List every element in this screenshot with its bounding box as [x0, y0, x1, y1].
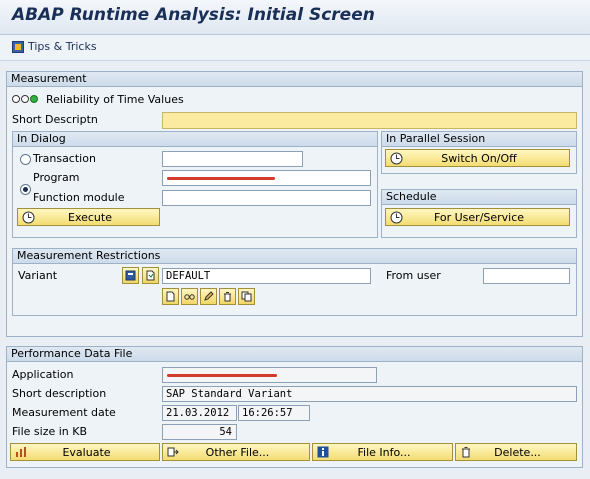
clock-icon [389, 151, 403, 165]
evaluate-button[interactable]: Evaluate [10, 443, 160, 461]
measurement-date-label: Measurement date [12, 406, 116, 419]
tips-icon [12, 40, 24, 53]
variant-label: Variant [18, 269, 58, 282]
file-info-label: File Info... [357, 445, 411, 459]
other-file-icon [166, 445, 180, 459]
delete-label: Delete... [494, 445, 541, 459]
other-file-button[interactable]: Other File... [162, 443, 310, 461]
tips-label: Tips & Tricks [28, 40, 97, 53]
create-icon[interactable] [162, 288, 179, 305]
copy-icon[interactable] [238, 288, 255, 305]
display-icon[interactable] [181, 288, 198, 305]
transaction-label: Transaction [33, 152, 96, 165]
file-info-button[interactable]: File Info... [312, 443, 453, 461]
switch-on-off-label: Switch On/Off [441, 151, 517, 165]
tips-tricks-button[interactable]: Tips & Tricks [12, 40, 97, 53]
page-title: ABAP Runtime Analysis: Initial Screen [12, 5, 375, 25]
execute-label: Execute [68, 210, 112, 224]
variant-select-icon[interactable] [122, 267, 139, 284]
clock-icon [389, 210, 403, 224]
from-user-input[interactable] [483, 268, 570, 284]
measurement-time-field: 16:26:57 [238, 405, 310, 421]
function-module-label: Function module [33, 191, 125, 204]
in-dialog-header: In Dialog [13, 132, 377, 147]
variant-input[interactable]: DEFAULT [162, 268, 371, 284]
for-user-service-label: For User/Service [433, 210, 525, 224]
file-size-field: 54 [162, 424, 237, 440]
program-label: Program [33, 171, 80, 184]
reliability-label: Reliability of Time Values [46, 93, 184, 106]
program-input[interactable] [162, 170, 371, 186]
schedule-header: Schedule [382, 190, 576, 205]
evaluate-label: Evaluate [62, 445, 111, 459]
delete-button[interactable]: Delete... [455, 443, 577, 461]
execute-button[interactable]: Execute [17, 208, 160, 226]
trash-icon[interactable] [219, 288, 236, 305]
short-descr-input[interactable] [162, 112, 577, 129]
program-radio[interactable] [20, 184, 31, 195]
evaluate-icon [14, 445, 28, 459]
measurement-header: Measurement [7, 72, 582, 87]
from-user-label: From user [386, 269, 441, 282]
trash-icon [459, 445, 473, 459]
performance-file-header: Performance Data File [7, 347, 582, 362]
variant-save-icon[interactable] [142, 267, 159, 284]
redaction-mark [167, 177, 275, 180]
info-icon [316, 445, 330, 459]
short-descr-label: Short Descriptn [12, 113, 98, 126]
short-description-field: SAP Standard Variant [162, 386, 577, 402]
redaction-mark [167, 374, 277, 377]
other-file-label: Other File... [205, 445, 270, 459]
file-size-label: File size in KB [12, 425, 88, 438]
edit-pencil-icon[interactable] [200, 288, 217, 305]
restrictions-header: Measurement Restrictions [13, 249, 576, 264]
execute-icon [21, 210, 35, 224]
application-label: Application [12, 368, 74, 381]
short-description-label: Short description [12, 387, 107, 400]
application-field [162, 367, 377, 383]
transaction-radio[interactable] [20, 154, 31, 165]
measurement-date-field: 21.03.2012 [162, 405, 237, 421]
parallel-header: In Parallel Session [382, 132, 576, 147]
transaction-input[interactable] [162, 151, 303, 167]
traffic-light-icon [12, 95, 38, 103]
switch-on-off-button[interactable]: Switch On/Off [385, 149, 570, 167]
for-user-service-button[interactable]: For User/Service [385, 208, 570, 226]
function-module-input[interactable] [162, 190, 371, 206]
